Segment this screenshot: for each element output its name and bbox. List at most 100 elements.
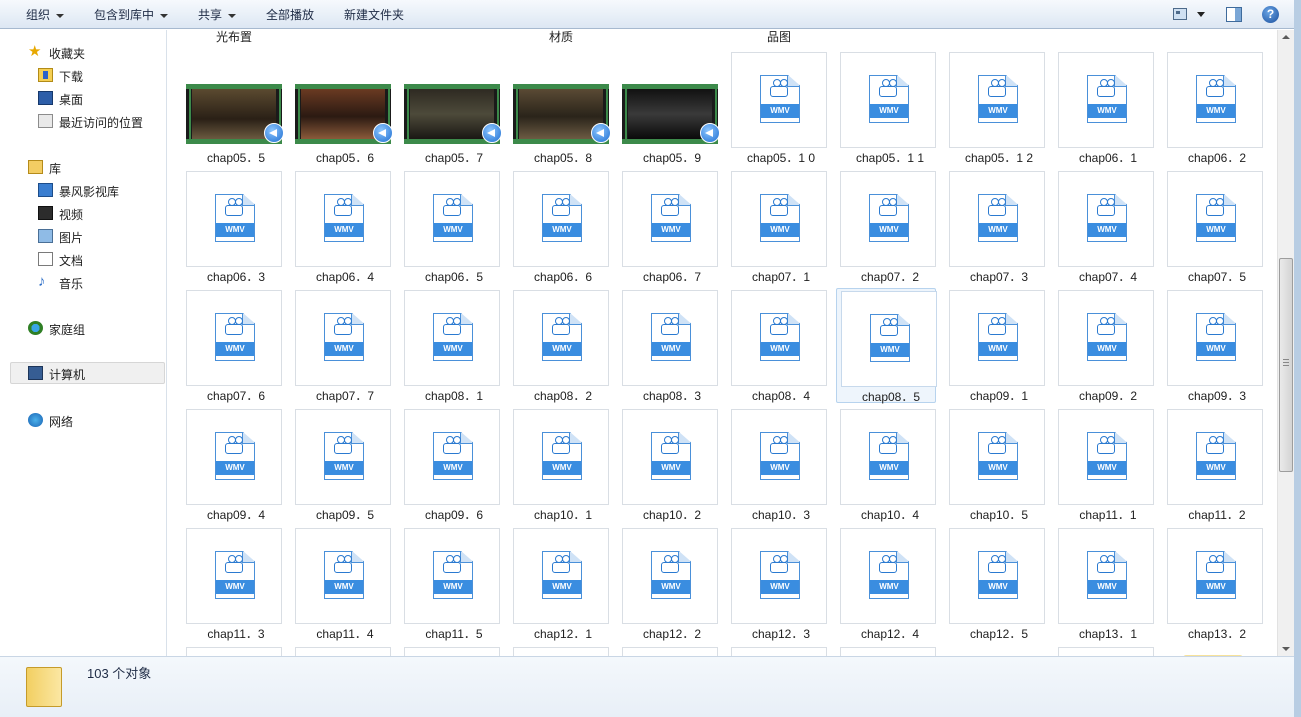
file-item[interactable]: WMV chap06．2 — [1163, 50, 1263, 165]
file-item[interactable]: WMV chap12．2 — [618, 526, 718, 641]
share-menu[interactable]: 共享 — [198, 6, 237, 23]
organize-menu[interactable]: 组织 — [26, 6, 65, 23]
file-item[interactable]: WMV chap08．3 — [618, 288, 718, 403]
file-item[interactable]: chap05．7 — [400, 50, 502, 165]
wmv-label: WMV — [979, 223, 1017, 237]
file-item[interactable]: WMV chap08．1 — [400, 288, 500, 403]
file-item[interactable]: WMV chap10．3 — [727, 407, 827, 522]
file-item[interactable]: WMV chap12．5 — [945, 526, 1045, 641]
help-icon[interactable]: ? — [1262, 6, 1279, 23]
file-item[interactable]: WMV chap09．1 — [945, 288, 1045, 403]
page-fold — [460, 314, 472, 325]
window-frame — [1294, 0, 1301, 717]
nav-pictures[interactable]: 图片 — [0, 226, 160, 246]
wmv-label: WMV — [870, 104, 908, 118]
file-item[interactable]: WMV chap06．7 — [618, 169, 718, 284]
file-item[interactable]: chap05．9 — [618, 50, 720, 165]
file-item[interactable]: WMV chap07．7 — [291, 288, 391, 403]
view-options-chevron-icon[interactable] — [1197, 12, 1205, 17]
scrollbar-thumb[interactable] — [1279, 258, 1293, 472]
wmv-file-icon: WMV — [1087, 194, 1127, 242]
file-item[interactable]: WMV chap13．1 — [1054, 526, 1154, 641]
file-item-partial[interactable] — [295, 647, 391, 656]
file-item-partial[interactable] — [404, 647, 500, 656]
file-item[interactable]: WMV chap12．4 — [836, 526, 936, 641]
file-item[interactable]: WMV chap06．3 — [182, 169, 282, 284]
file-item[interactable]: WMV chap11．2 — [1163, 407, 1263, 522]
nav-pictures-label: 图片 — [59, 231, 84, 245]
nav-computer[interactable]: 计算机 — [10, 362, 165, 384]
file-item[interactable]: WMV chap10．5 — [945, 407, 1045, 522]
file-item[interactable]: WMV chap05．1 1 — [836, 50, 936, 165]
file-item-partial[interactable] — [186, 647, 282, 656]
change-view-icon[interactable] — [1173, 8, 1187, 20]
file-item[interactable]: WMV chap09．5 — [291, 407, 391, 522]
file-item[interactable]: WMV chap08．5 — [836, 288, 937, 404]
page-fold — [242, 195, 254, 206]
file-item[interactable]: WMV chap07．5 — [1163, 169, 1263, 284]
file-item[interactable]: WMV chap10．2 — [618, 407, 718, 522]
file-item[interactable]: WMV chap10．4 — [836, 407, 936, 522]
file-item-partial[interactable] — [840, 647, 936, 656]
file-item[interactable]: WMV chap06．4 — [291, 169, 391, 284]
file-item[interactable]: WMV chap07．4 — [1054, 169, 1154, 284]
file-item[interactable]: WMV chap09．6 — [400, 407, 500, 522]
include-library-menu[interactable]: 包含到库中 — [94, 6, 169, 23]
file-item[interactable]: WMV chap08．4 — [727, 288, 827, 403]
nav-videos[interactable]: 视频 — [0, 203, 160, 223]
file-item[interactable]: WMV chap12．1 — [509, 526, 609, 641]
file-item[interactable]: WMV chap07．1 — [727, 169, 827, 284]
new-folder-button[interactable]: 新建文件夹 — [344, 6, 404, 23]
nav-network[interactable]: 网络 — [0, 410, 160, 430]
file-item[interactable]: WMV chap09．3 — [1163, 288, 1263, 403]
shortcut-arrow-icon — [700, 123, 720, 143]
file-item[interactable]: WMV chap08．2 — [509, 288, 609, 403]
preview-pane-icon[interactable] — [1226, 7, 1242, 22]
nav-favorites[interactable]: ★ 收藏夹 — [0, 42, 160, 62]
page-fold — [678, 195, 690, 206]
file-item[interactable]: WMV chap07．6 — [182, 288, 282, 403]
file-item[interactable]: WMV chap06．6 — [509, 169, 609, 284]
nav-documents[interactable]: 文档 — [0, 249, 160, 269]
nav-downloads[interactable]: 下载 — [0, 65, 160, 85]
scroll-down-arrow-icon[interactable] — [1282, 647, 1290, 651]
file-item[interactable]: WMV chap05．1 2 — [945, 50, 1045, 165]
video-camera-icon — [879, 79, 897, 97]
file-item[interactable]: WMV chap05．1 0 — [727, 50, 827, 165]
vertical-scrollbar[interactable] — [1277, 30, 1294, 656]
file-item[interactable]: WMV chap09．2 — [1054, 288, 1154, 403]
nav-recent[interactable]: 最近访问的位置 — [0, 111, 160, 131]
file-item[interactable]: WMV chap09．4 — [182, 407, 282, 522]
wmv-label: WMV — [979, 104, 1017, 118]
file-item[interactable]: WMV chap11．4 — [291, 526, 391, 641]
file-thumbnail-frame: WMV — [1167, 290, 1263, 386]
nav-desktop[interactable]: 桌面 — [0, 88, 160, 108]
play-all-button[interactable]: 全部播放 — [266, 6, 314, 23]
file-item[interactable]: WMV chap11．5 — [400, 526, 500, 641]
video-library-icon — [38, 206, 53, 220]
nav-homegroup[interactable]: 家庭组 — [0, 318, 160, 338]
file-item[interactable]: chap05．6 — [291, 50, 393, 165]
nav-storm-library[interactable]: 暴风影视库 — [0, 180, 160, 200]
file-item-partial[interactable] — [731, 647, 827, 656]
file-item[interactable]: WMV chap07．2 — [836, 169, 936, 284]
file-item[interactable]: WMV chap10．1 — [509, 407, 609, 522]
wmv-label: WMV — [543, 461, 581, 475]
file-item[interactable]: WMV chap06．5 — [400, 169, 500, 284]
file-item[interactable]: WMV chap11．3 — [182, 526, 282, 641]
file-item[interactable]: WMV chap12．3 — [727, 526, 827, 641]
file-item[interactable]: WMV chap06．1 — [1054, 50, 1154, 165]
file-thumbnail-frame: WMV — [949, 528, 1045, 624]
file-item-partial[interactable] — [513, 647, 609, 656]
scroll-up-arrow-icon[interactable] — [1282, 35, 1290, 39]
file-item-partial[interactable] — [1058, 647, 1154, 656]
video-camera-icon — [661, 436, 679, 454]
nav-libraries[interactable]: 库 — [0, 157, 160, 177]
file-item[interactable]: WMV chap13．2 — [1163, 526, 1263, 641]
nav-music[interactable]: ♪ 音乐 — [0, 272, 160, 292]
file-item[interactable]: WMV chap11．1 — [1054, 407, 1154, 522]
file-item[interactable]: chap05．8 — [509, 50, 611, 165]
file-item-partial[interactable] — [622, 647, 718, 656]
file-item[interactable]: chap05．5 — [182, 50, 284, 165]
file-item[interactable]: WMV chap07．3 — [945, 169, 1045, 284]
